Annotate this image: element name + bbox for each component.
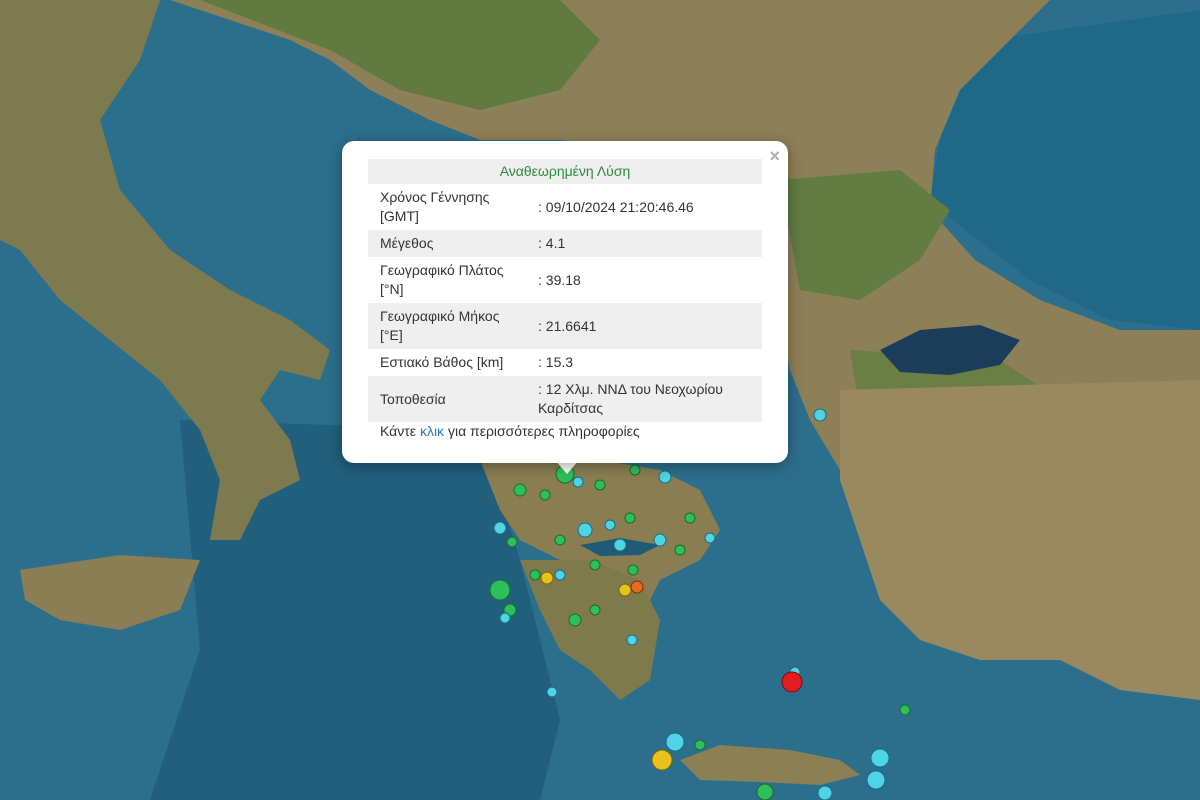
more-info-link[interactable]: κλικ	[420, 423, 444, 439]
earthquake-marker[interactable]	[540, 571, 554, 585]
earthquake-marker[interactable]	[658, 470, 672, 484]
latitude-label: Γεωγραφικό Πλάτος [°N]	[380, 262, 504, 297]
earthquake-marker[interactable]	[684, 512, 696, 524]
detail-row: Γεωγραφικό Μήκος [°E] : 21.6641	[368, 303, 762, 349]
earthquake-marker[interactable]	[866, 770, 886, 790]
earthquake-marker[interactable]	[626, 634, 638, 646]
earthquake-details-table: Αναθεωρημένη Λύση Χρόνος Γέννησης [GMT] …	[368, 159, 762, 422]
earthquake-marker[interactable]	[546, 686, 558, 698]
origin-time-label: Χρόνος Γέννησης [GMT]	[380, 189, 490, 224]
earthquake-marker[interactable]	[539, 489, 551, 501]
depth-value: : 15.3	[538, 354, 574, 370]
earthquake-marker[interactable]	[624, 512, 636, 524]
earthquake-marker[interactable]	[513, 483, 527, 497]
earthquake-marker[interactable]	[674, 544, 686, 556]
magnitude-label: Μέγεθος	[368, 230, 526, 257]
earthquake-marker[interactable]	[589, 559, 601, 571]
earthquake-marker[interactable]	[506, 536, 518, 548]
detail-row: Εστιακό Βάθος [km] : 15.3	[368, 349, 762, 376]
origin-time-value: : 09/10/2024 21:20:46.46	[538, 198, 694, 215]
earthquake-marker[interactable]	[651, 749, 673, 771]
location-label: Τοποθεσία	[368, 376, 526, 422]
earthquake-marker[interactable]	[704, 532, 716, 544]
earthquake-marker[interactable]	[870, 748, 890, 768]
earthquake-marker[interactable]	[572, 476, 584, 488]
earthquake-marker[interactable]	[781, 671, 803, 693]
detail-row: Μέγεθος : 4.1	[368, 230, 762, 257]
earthquake-marker[interactable]	[594, 479, 606, 491]
earthquake-marker[interactable]	[577, 522, 593, 538]
earthquake-marker[interactable]	[630, 580, 644, 594]
earthquake-marker[interactable]	[627, 564, 639, 576]
earthquake-marker[interactable]	[756, 783, 774, 800]
earthquake-marker[interactable]	[653, 533, 667, 547]
earthquake-marker[interactable]	[813, 408, 827, 422]
earthquake-info-popup: × Αναθεωρημένη Λύση Χρόνος Γέννησης [GMT…	[342, 141, 788, 463]
earthquake-marker[interactable]	[629, 464, 641, 476]
earthquake-marker[interactable]	[899, 704, 911, 716]
earthquake-marker[interactable]	[604, 519, 616, 531]
latitude-value: : 39.18	[538, 271, 581, 288]
more-info-prefix: Κάντε	[380, 423, 417, 439]
earthquake-marker[interactable]	[665, 732, 685, 752]
earthquake-marker[interactable]	[493, 521, 507, 535]
popup-title-row: Αναθεωρημένη Λύση	[368, 159, 762, 184]
earthquake-marker[interactable]	[817, 785, 833, 800]
close-icon[interactable]: ×	[769, 147, 780, 165]
detail-row: Τοποθεσία : 12 Χλμ. ΝΝΔ του Νεοχωρίου Κα…	[368, 376, 762, 422]
earthquake-marker[interactable]	[568, 613, 582, 627]
earthquake-marker[interactable]	[489, 579, 511, 601]
detail-row: Χρόνος Γέννησης [GMT] : 09/10/2024 21:20…	[368, 184, 762, 230]
earthquake-marker[interactable]	[694, 739, 706, 751]
earthquake-marker[interactable]	[554, 534, 566, 546]
earthquake-marker[interactable]	[589, 604, 601, 616]
earthquake-marker[interactable]	[613, 538, 627, 552]
earthquake-marker[interactable]	[554, 569, 566, 581]
more-info-suffix: για περισσότερες πληροφορίες	[447, 423, 640, 439]
earthquake-marker[interactable]	[499, 612, 511, 624]
detail-row: Γεωγραφικό Πλάτος [°N] : 39.18	[368, 257, 762, 303]
earthquake-marker[interactable]	[618, 583, 632, 597]
magnitude-value: : 4.1	[526, 230, 762, 257]
earthquake-marker[interactable]	[529, 569, 541, 581]
popup-title: Αναθεωρημένη Λύση	[368, 159, 762, 184]
depth-label: Εστιακό Βάθος [km]	[380, 354, 504, 370]
more-info-text: Κάντε κλικ για περισσότερες πληροφορίες	[380, 423, 640, 439]
longitude-value: : 21.6641	[526, 303, 762, 349]
location-value: : 12 Χλμ. ΝΝΔ του Νεοχωρίου Καρδίτσας	[526, 376, 762, 422]
longitude-label: Γεωγραφικό Μήκος [°E]	[368, 303, 526, 349]
